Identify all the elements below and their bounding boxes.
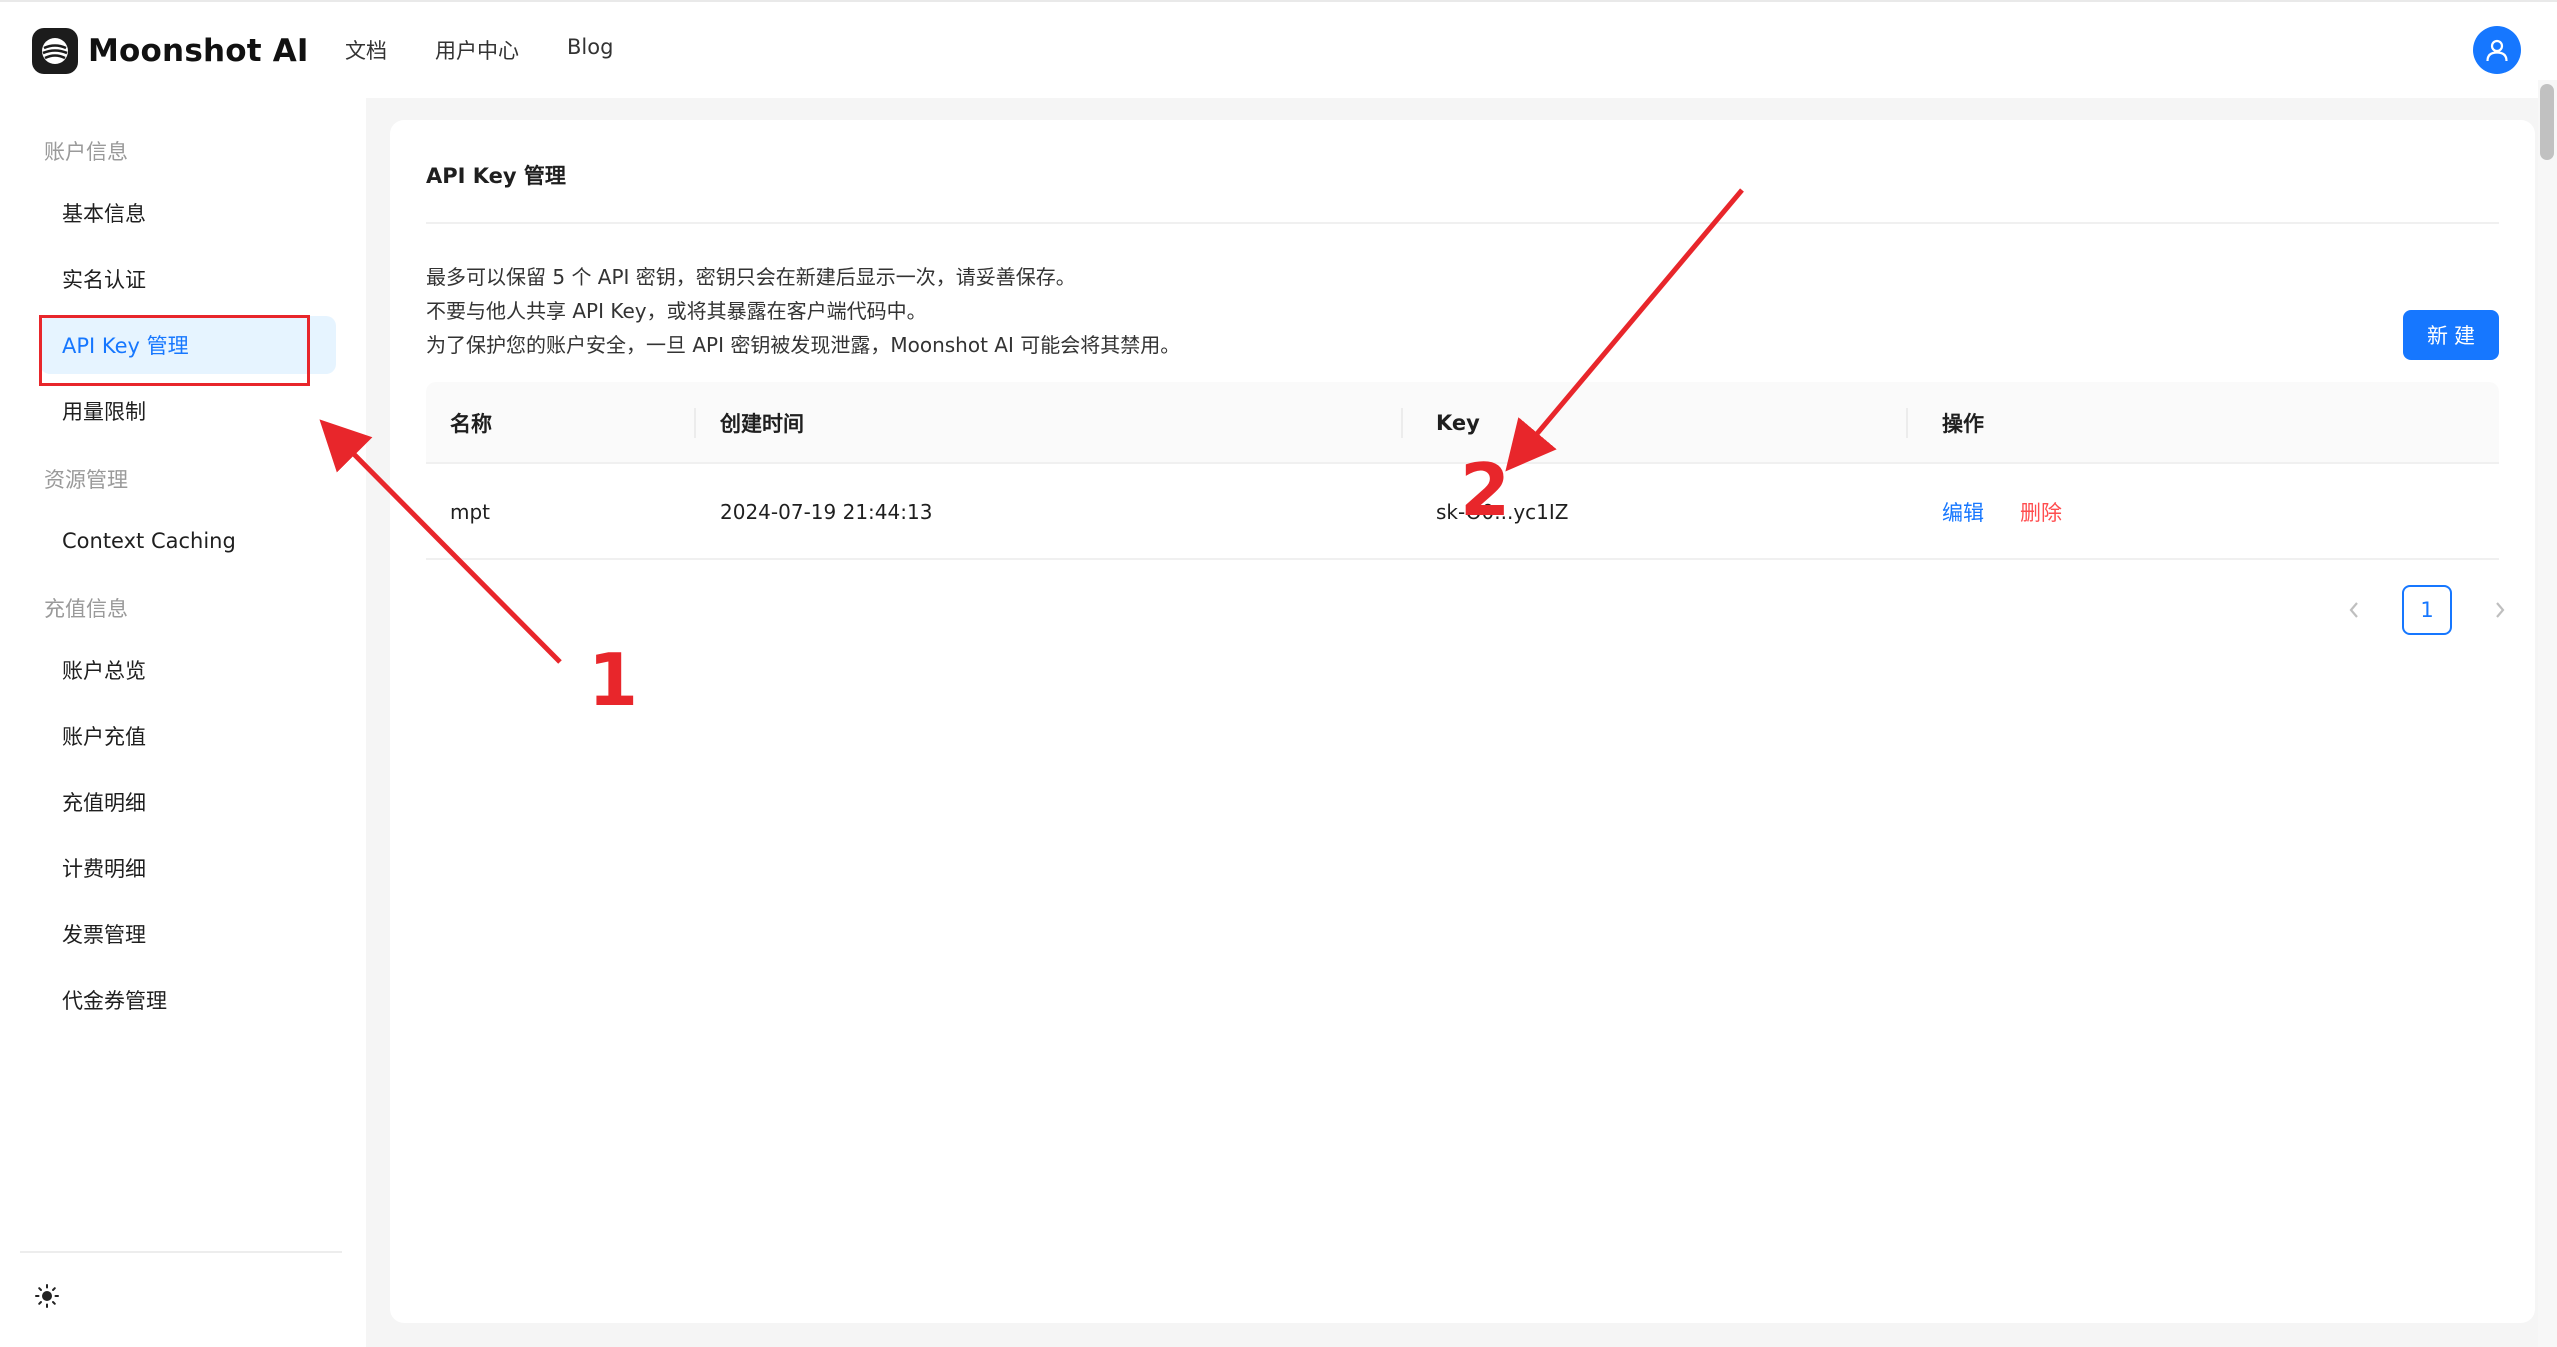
sidebar-divider — [20, 1251, 342, 1253]
notice-line-3: 为了保护您的账户安全，一旦 API 密钥被发现泄露，Moonshot AI 可能… — [426, 333, 1181, 357]
sun-icon — [35, 1284, 59, 1308]
sidebar-group-resources: 资源管理 — [44, 468, 128, 492]
notice-text: 最多可以保留 5 个 API 密钥，密钥只会在新建后显示一次，请妥善保存。 不要… — [426, 260, 1180, 362]
notice-line-1: 最多可以保留 5 个 API 密钥，密钥只会在新建后显示一次，请妥善保存。 — [426, 265, 1076, 289]
sidebar-item-label: 实名认证 — [62, 268, 146, 292]
sidebar-item-usage-limits[interactable]: 用量限制 — [40, 382, 336, 440]
brand-logo[interactable]: Moonshot AI — [32, 28, 309, 74]
scrollbar-thumb[interactable] — [2540, 84, 2554, 160]
next-page-button[interactable] — [2486, 586, 2514, 634]
prev-page-button[interactable] — [2340, 586, 2368, 634]
nav-user-center-link[interactable]: 用户中心 — [435, 35, 519, 65]
column-header-created: 创建时间 — [720, 412, 804, 436]
new-key-button[interactable]: 新建 — [2403, 310, 2499, 360]
theme-toggle-button[interactable] — [34, 1283, 60, 1309]
top-bar: Moonshot AI 文档 用户中心 Blog — [0, 0, 2557, 98]
sidebar-item-vouchers[interactable]: 代金券管理 — [40, 971, 336, 1029]
sidebar-item-label: 用量限制 — [62, 400, 146, 424]
notice-line-2: 不要与他人共享 API Key，或将其暴露在客户端代码中。 — [426, 299, 927, 323]
user-icon — [2486, 39, 2508, 62]
column-header-actions: 操作 — [1942, 412, 1984, 436]
delete-link[interactable]: 删除 — [2020, 497, 2062, 527]
page-number-button[interactable]: 1 — [2402, 585, 2452, 635]
pagination: 1 — [2340, 585, 2514, 635]
top-nav: 文档 用户中心 Blog — [345, 35, 613, 65]
sidebar-item-account-overview[interactable]: 账户总览 — [40, 641, 336, 699]
sidebar-group-billing: 充值信息 — [44, 597, 128, 621]
moonshot-logo-icon — [32, 28, 78, 74]
column-separator — [1401, 408, 1403, 438]
sidebar-item-label: 基本信息 — [62, 202, 146, 226]
chevron-left-icon — [2349, 602, 2358, 618]
api-key-card: API Key 管理 最多可以保留 5 个 API 密钥，密钥只会在新建后显示一… — [390, 120, 2535, 1323]
sidebar-item-label: 账户充值 — [62, 725, 146, 749]
nav-blog-link[interactable]: Blog — [567, 35, 613, 65]
sidebar: 账户信息 基本信息 实名认证 API Key 管理 用量限制 资源管理 Cont… — [0, 98, 366, 1347]
sidebar-item-billing-details[interactable]: 计费明细 — [40, 839, 336, 897]
cell-created: 2024-07-19 21:44:13 — [720, 500, 933, 524]
sidebar-item-label: 代金券管理 — [62, 989, 167, 1013]
chevron-right-icon — [2496, 602, 2505, 618]
sidebar-item-label: 账户总览 — [62, 659, 146, 683]
sidebar-item-label: 发票管理 — [62, 923, 146, 947]
sidebar-item-recharge[interactable]: 账户充值 — [40, 707, 336, 765]
annotation-label-1: 1 — [588, 638, 639, 722]
column-separator — [694, 408, 696, 438]
user-avatar[interactable] — [2473, 26, 2521, 74]
edit-link[interactable]: 编辑 — [1942, 497, 1984, 527]
annotation-highlight-box — [39, 315, 310, 386]
sidebar-item-label: Context Caching — [62, 529, 236, 553]
sidebar-item-invoices[interactable]: 发票管理 — [40, 905, 336, 963]
cell-actions: 编辑 删除 — [1942, 464, 2062, 560]
sidebar-item-context-caching[interactable]: Context Caching — [40, 512, 336, 570]
annotation-label-2: 2 — [1460, 448, 1511, 532]
title-divider — [426, 222, 2499, 224]
sidebar-item-basic-info[interactable]: 基本信息 — [40, 184, 336, 242]
sidebar-group-account: 账户信息 — [44, 140, 128, 164]
cell-name: mpt — [450, 500, 491, 524]
sidebar-item-recharge-details[interactable]: 充值明细 — [40, 773, 336, 831]
brand-name: Moonshot AI — [88, 33, 309, 69]
column-separator — [1906, 408, 1908, 438]
sidebar-item-label: 计费明细 — [62, 857, 146, 881]
sidebar-item-label: 充值明细 — [62, 791, 146, 815]
sidebar-item-verification[interactable]: 实名认证 — [40, 250, 336, 308]
nav-docs-link[interactable]: 文档 — [345, 35, 387, 65]
column-header-name: 名称 — [450, 412, 492, 436]
page-title: API Key 管理 — [426, 164, 566, 188]
scrollbar-track[interactable] — [2538, 80, 2557, 1347]
